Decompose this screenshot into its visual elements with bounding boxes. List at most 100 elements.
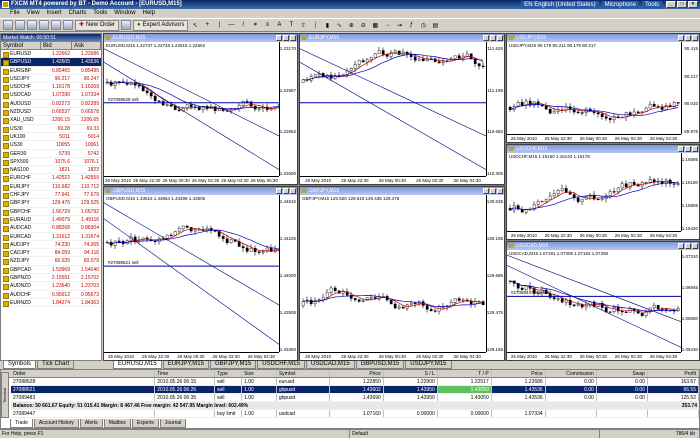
chart-minimize-button[interactable]	[276, 188, 282, 194]
tester-icon[interactable]	[63, 20, 73, 30]
col-order[interactable]: Order	[11, 370, 156, 377]
maximize-button[interactable]: □	[677, 1, 687, 8]
menu-help[interactable]: Help	[143, 9, 155, 18]
market-watch-icon[interactable]	[27, 20, 37, 30]
price-scale[interactable]: 1.16595 1.16180 1.15805 1.15420	[681, 153, 699, 231]
chart-minimize-button[interactable]	[483, 35, 489, 41]
column-bid[interactable]: Bid	[41, 42, 72, 49]
autoscroll-icon[interactable]: →	[382, 20, 392, 30]
market-watch-row[interactable]: USDJPY 90.217 90.247	[1, 75, 101, 84]
market-watch-row[interactable]: EURGBP 0.85465 0.85495	[1, 67, 101, 75]
col-profit[interactable]: Profit	[648, 370, 699, 377]
market-watch-row[interactable]: USDCHF 1.16178 1.16209	[1, 83, 101, 92]
time-scale[interactable]: 25 May 2010 25 May 22:30 26 May 00:30 26 Ma…	[300, 176, 486, 184]
zoom-in-icon[interactable]: ⊕	[346, 20, 356, 30]
chart-close-button[interactable]	[692, 146, 698, 152]
market-watch-row[interactable]: CADJPY 84.059 84.116	[1, 249, 101, 258]
col-type[interactable]: Type	[215, 370, 243, 377]
chart-window-usdchf[interactable]: USDCHF,M15 USDCHF,M15 1.16160 1.16143 1.1…	[506, 144, 700, 240]
chart-close-button[interactable]	[497, 188, 503, 194]
close-button[interactable]: ×	[688, 1, 698, 8]
chart-close-button[interactable]	[290, 35, 296, 41]
chart-close-button[interactable]	[692, 35, 698, 41]
menu-insert[interactable]: Insert	[47, 9, 62, 18]
templates-icon[interactable]: ▤	[430, 20, 440, 30]
chart-tab-usdjpy[interactable]: USDJPY,M15	[405, 361, 452, 369]
chart-title-eurusd[interactable]: EURUSD,M15	[104, 34, 297, 42]
col-time[interactable]: Time	[155, 370, 215, 377]
chart-minimize-button[interactable]	[678, 146, 684, 152]
col-size[interactable]: Size	[242, 370, 277, 377]
zoom-out-icon[interactable]: ⊖	[358, 20, 368, 30]
chart-tab-usdcad[interactable]: USDCAD,M15	[305, 361, 355, 369]
market-watch-row[interactable]: GBPCAD 1.53969 1.54040	[1, 266, 101, 275]
chart-tab-gbpjpy[interactable]: GBPJPY,M15	[209, 361, 257, 369]
chart-minimize-button[interactable]	[276, 35, 282, 41]
col-symbol[interactable]: Symbol	[277, 370, 330, 377]
tab-journal[interactable]: Journal	[159, 419, 187, 428]
market-watch-row[interactable]: NZDJPY 60.035 60.079	[1, 257, 101, 266]
time-scale[interactable]: 25 May 2010 25 May 22:30 26 May 00:30 26 Ma…	[507, 231, 681, 239]
tab-symbols[interactable]: Symbols	[3, 361, 37, 369]
profiles-icon[interactable]	[15, 20, 25, 30]
language-bar[interactable]: EN English (United States) Microphone To…	[521, 0, 662, 9]
indicators-icon[interactable]: ƒ	[406, 20, 416, 30]
column-ask[interactable]: Ask	[72, 42, 101, 49]
tab-tick-chart[interactable]: Tick Chart	[37, 361, 75, 369]
tab-mailbox[interactable]: Mailbox	[103, 419, 131, 428]
col-sl[interactable]: S / L	[384, 370, 438, 377]
market-watch-row[interactable]: UK100 5011 5014	[1, 133, 101, 142]
price-chart-usdcad[interactable]	[507, 250, 682, 353]
microphone-button[interactable]: Microphone	[601, 0, 639, 9]
pending-order-row[interactable]: 27089447 buy limit 1.00 usdcad 1.07160 0.0000…	[11, 410, 699, 418]
market-watch-row[interactable]: EURAUD 1.49079 1.49116	[1, 216, 101, 225]
candle-chart-icon[interactable]: ▮	[322, 20, 332, 30]
chart-tab-eurjpy[interactable]: EURJPY,M15	[162, 361, 209, 369]
tab-experts[interactable]: Experts	[131, 419, 159, 428]
horizontal-line-icon[interactable]: —	[226, 20, 236, 30]
chart-minimize-button[interactable]	[678, 243, 684, 249]
chart-maximize-button[interactable]	[283, 188, 289, 194]
navigator-icon[interactable]	[39, 20, 49, 30]
price-chart-usdjpy[interactable]	[507, 42, 682, 135]
new-order-button[interactable]: ✚ New Order	[75, 19, 120, 31]
price-scale[interactable]: 130.635 130.165 129.695 129.475 129.155	[486, 195, 504, 352]
chart-shift-icon[interactable]: ⇥	[394, 20, 404, 30]
price-scale[interactable]: 111.625 111.195 110.682 110.305	[486, 42, 504, 176]
chart-window-usdjpy[interactable]: USDJPY,M15 USDJPY,M15 90.179 90.211 90.17…	[506, 33, 700, 143]
market-watch-row[interactable]: AUDJPY 74.230 74.265	[1, 241, 101, 250]
minimize-button[interactable]: _	[666, 1, 676, 8]
time-scale[interactable]: 25 May 2010 25 May 22:30 26 May 00:30 26 Ma…	[507, 134, 681, 142]
chart-close-button[interactable]	[290, 188, 296, 194]
time-scale[interactable]: 25 May 2010 25 May 22:30 26 May 00:30 26 Ma…	[300, 352, 486, 360]
trendline-icon[interactable]: /	[238, 20, 248, 30]
chart-title-eurjpy[interactable]: EURJPY,M15	[300, 34, 504, 42]
market-watch-row[interactable]: CHFJPY 77.641 77.679	[1, 191, 101, 200]
time-scale[interactable]: 25 May 2010 25 May 22:30 26 May 00:30 26 Ma…	[507, 352, 681, 360]
col-commission[interactable]: Commission	[546, 370, 597, 377]
col-tp[interactable]: T / P	[438, 370, 492, 377]
chart-title-gbpusd[interactable]: GBPUSD,M15	[104, 187, 297, 195]
chart-window-eurusd[interactable]: EURUSD,M15 EURUSD,M15 1.22737 1.22748 1.2…	[103, 33, 298, 185]
market-watch-row[interactable]: EURCAD 1.31612 1.31674	[1, 233, 101, 241]
arrows-icon[interactable]: ⇧	[298, 20, 308, 30]
fibonacci-icon[interactable]: ≡	[262, 20, 272, 30]
terminal-icon[interactable]	[51, 20, 61, 30]
price-scale[interactable]: 1.44515 1.44225 1.44000 1.43505 1.43360	[279, 195, 297, 352]
expert-advisors-button[interactable]: ● Expert Advisors	[133, 19, 189, 31]
market-watch-row[interactable]: US30 10055 10061	[1, 141, 101, 150]
order-row[interactable]: 27089483 2010.05.26 06:35 sell 1.00 gbpusd 1.…	[11, 394, 699, 402]
chart-close-button[interactable]	[497, 35, 503, 41]
chart-window-gbpjpy[interactable]: GBPJPY,M15 GBPJPY,M15 129.520 129.610 129…	[299, 186, 505, 361]
price-scale[interactable]: 90.415 90.217 90.010 89.975	[681, 42, 699, 134]
chart-maximize-button[interactable]	[685, 243, 691, 249]
chart-window-eurjpy[interactable]: EURJPY,M15 111.625 111.195 110.682 110.305 25…	[299, 33, 505, 185]
crosshair-icon[interactable]: +	[202, 20, 212, 30]
market-watch-row[interactable]: SPX500 1075.6 1076.1	[1, 158, 101, 167]
chart-title-gbpjpy[interactable]: GBPJPY,M15	[300, 187, 504, 195]
new-chart-icon[interactable]	[3, 20, 13, 30]
chart-maximize-button[interactable]	[685, 146, 691, 152]
menu-file[interactable]: File	[10, 9, 20, 18]
chart-window-gbpusd[interactable]: GBPUSD,M15 GBPUSD,M15 1.43615 1.43664 1.4…	[103, 186, 298, 361]
chart-maximize-button[interactable]	[490, 35, 496, 41]
